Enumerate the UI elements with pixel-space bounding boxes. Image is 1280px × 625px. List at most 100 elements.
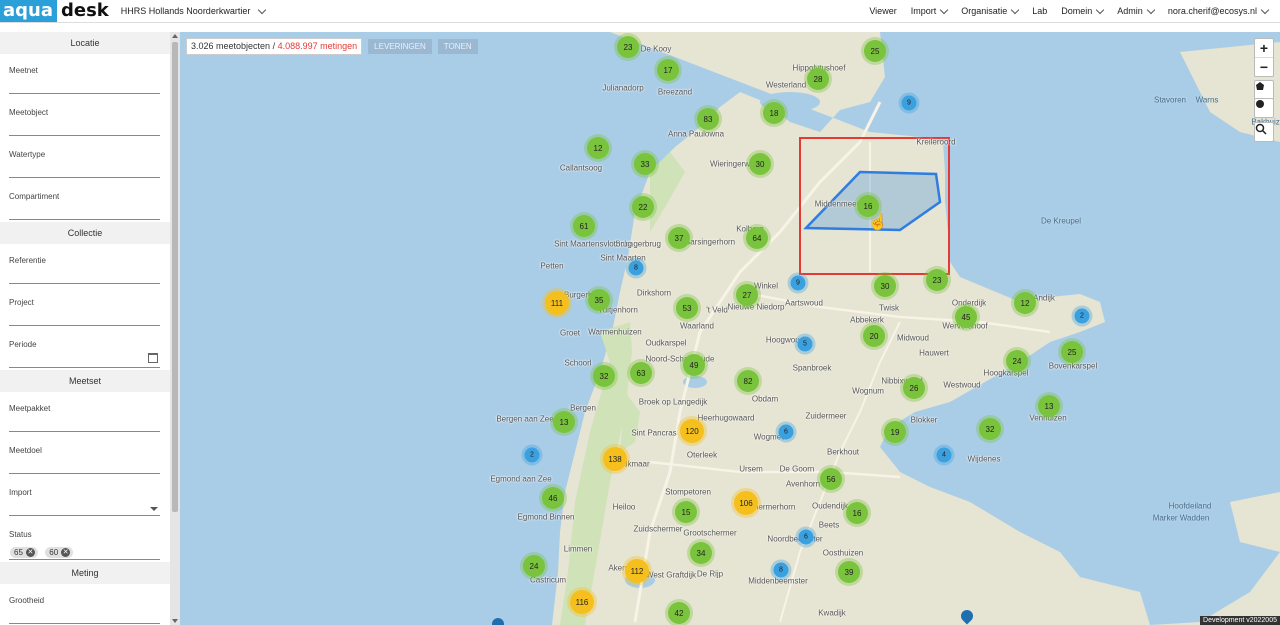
cluster-marker[interactable]: 17: [657, 59, 679, 81]
meetdoel-field[interactable]: Meetdoel: [0, 434, 170, 476]
draw-polygon-button[interactable]: [1254, 80, 1274, 100]
cluster-marker[interactable]: 12: [587, 137, 609, 159]
cluster-marker[interactable]: 83: [697, 108, 719, 130]
organisation-selector[interactable]: HHRS Hollands Noorderkwartier: [120, 5, 267, 16]
meetnet-field[interactable]: Meetnet: [0, 54, 170, 96]
cluster-marker[interactable]: 106: [734, 491, 758, 515]
status-chip[interactable]: 65 ✕: [10, 547, 38, 558]
cluster-marker[interactable]: 25: [1061, 341, 1083, 363]
cluster-marker[interactable]: 61: [573, 215, 595, 237]
sidebar-scrollbar[interactable]: [170, 32, 180, 625]
cluster-marker[interactable]: 25: [864, 40, 886, 62]
place-label: De Rijp: [696, 569, 724, 579]
nav-lab[interactable]: Lab: [1032, 6, 1047, 16]
cluster-marker[interactable]: 35: [588, 289, 610, 311]
leveringen-button[interactable]: LEVERINGEN: [368, 39, 432, 54]
cluster-marker[interactable]: 32: [593, 365, 615, 387]
cluster-marker[interactable]: 24: [523, 555, 545, 577]
cluster-marker[interactable]: 42: [668, 602, 690, 624]
cluster-marker[interactable]: 2: [524, 447, 540, 463]
tonen-button[interactable]: TONEN: [437, 39, 478, 54]
cluster-marker[interactable]: 27: [736, 284, 758, 306]
cluster-marker[interactable]: 39: [838, 561, 860, 583]
cluster-marker[interactable]: 6: [778, 424, 794, 440]
search-button[interactable]: [1254, 122, 1274, 142]
cluster-marker[interactable]: 46: [542, 487, 564, 509]
cluster-marker[interactable]: 15: [675, 501, 697, 523]
grootheid-field[interactable]: Grootheid: [0, 584, 170, 625]
cluster-marker[interactable]: 30: [749, 153, 771, 175]
cluster-marker[interactable]: 120: [680, 419, 704, 443]
cluster-marker[interactable]: 112: [625, 559, 649, 583]
nav-viewer[interactable]: Viewer: [869, 6, 896, 16]
scrollbar-thumb[interactable]: [172, 42, 178, 512]
place-label: Kwadijk: [818, 608, 846, 618]
place-label: Heiloo: [612, 502, 636, 512]
place-label: Zuidschermer: [633, 524, 683, 534]
zoom-in-button[interactable]: +: [1255, 39, 1273, 58]
zoom-out-button[interactable]: −: [1255, 58, 1273, 76]
scroll-up-icon[interactable]: [172, 34, 178, 38]
cluster-marker[interactable]: 13: [1038, 395, 1060, 417]
cluster-marker[interactable]: 34: [690, 542, 712, 564]
nav-import[interactable]: Import: [911, 5, 949, 16]
cluster-marker[interactable]: 13: [553, 411, 575, 433]
cluster-marker[interactable]: 22: [632, 196, 654, 218]
nav-admin[interactable]: Admin: [1117, 5, 1156, 16]
map-view[interactable]: 3.026 meetobjecten / 4.088.997 metingen …: [180, 32, 1280, 625]
cluster-marker[interactable]: 12: [1014, 292, 1036, 314]
status-field[interactable]: Status 65 ✕ 60 ✕: [0, 518, 170, 562]
draw-circle-button[interactable]: [1254, 98, 1274, 118]
cluster-marker[interactable]: 24: [1006, 350, 1028, 372]
cluster-marker[interactable]: 2: [1074, 308, 1090, 324]
cluster-marker[interactable]: 26: [903, 377, 925, 399]
nav-user-menu[interactable]: nora.cherif@ecosys.nl: [1168, 5, 1270, 16]
cluster-marker[interactable]: 18: [763, 102, 785, 124]
cluster-marker[interactable]: 16: [846, 502, 868, 524]
cluster-marker[interactable]: 5: [797, 336, 813, 352]
cluster-marker[interactable]: 64: [746, 227, 768, 249]
cluster-marker[interactable]: 23: [617, 36, 639, 58]
cluster-marker[interactable]: 20: [863, 325, 885, 347]
cluster-marker[interactable]: 19: [884, 421, 906, 443]
place-label: Broek op Langedijk: [638, 397, 708, 407]
cluster-marker[interactable]: 63: [630, 362, 652, 384]
cluster-marker[interactable]: 8: [773, 562, 789, 578]
close-icon[interactable]: ✕: [25, 548, 35, 557]
close-icon[interactable]: ✕: [61, 548, 71, 557]
cluster-marker[interactable]: 82: [737, 370, 759, 392]
cluster-marker[interactable]: 4: [936, 447, 952, 463]
cluster-marker[interactable]: 37: [668, 227, 690, 249]
cluster-marker[interactable]: 6: [798, 529, 814, 545]
meetpakket-field[interactable]: Meetpakket: [0, 392, 170, 434]
cluster-marker[interactable]: 30: [874, 275, 896, 297]
nav-domein[interactable]: Domein: [1061, 5, 1105, 16]
watertype-field[interactable]: Watertype: [0, 138, 170, 180]
calendar-icon[interactable]: [148, 353, 158, 363]
periode-field[interactable]: Periode: [0, 328, 170, 370]
nav-organisatie[interactable]: Organisatie: [961, 5, 1020, 16]
cluster-marker[interactable]: 8: [628, 260, 644, 276]
cluster-marker[interactable]: 23: [926, 269, 948, 291]
project-field[interactable]: Project: [0, 286, 170, 328]
compartiment-field[interactable]: Compartiment: [0, 180, 170, 222]
cluster-marker[interactable]: 111: [545, 291, 569, 315]
cluster-marker[interactable]: 53: [676, 297, 698, 319]
meetobject-field[interactable]: Meetobject: [0, 96, 170, 138]
cluster-marker[interactable]: 9: [901, 95, 917, 111]
organisation-name: HHRS Hollands Noorderkwartier: [120, 6, 251, 16]
cluster-marker[interactable]: 33: [634, 153, 656, 175]
import-select[interactable]: Import: [0, 476, 170, 518]
cluster-marker[interactable]: 138: [603, 447, 627, 471]
referentie-field[interactable]: Referentie: [0, 244, 170, 286]
cluster-marker[interactable]: 56: [820, 468, 842, 490]
cluster-marker[interactable]: 32: [979, 418, 1001, 440]
cluster-marker[interactable]: 9: [790, 275, 806, 291]
app-logo[interactable]: aqua desk: [0, 0, 113, 22]
cluster-marker[interactable]: 45: [955, 306, 977, 328]
status-chip[interactable]: 60 ✕: [45, 547, 74, 558]
cluster-marker[interactable]: 28: [807, 68, 829, 90]
scroll-down-icon[interactable]: [172, 619, 178, 623]
cluster-marker[interactable]: 49: [683, 354, 705, 376]
cluster-marker[interactable]: 116: [570, 590, 594, 614]
